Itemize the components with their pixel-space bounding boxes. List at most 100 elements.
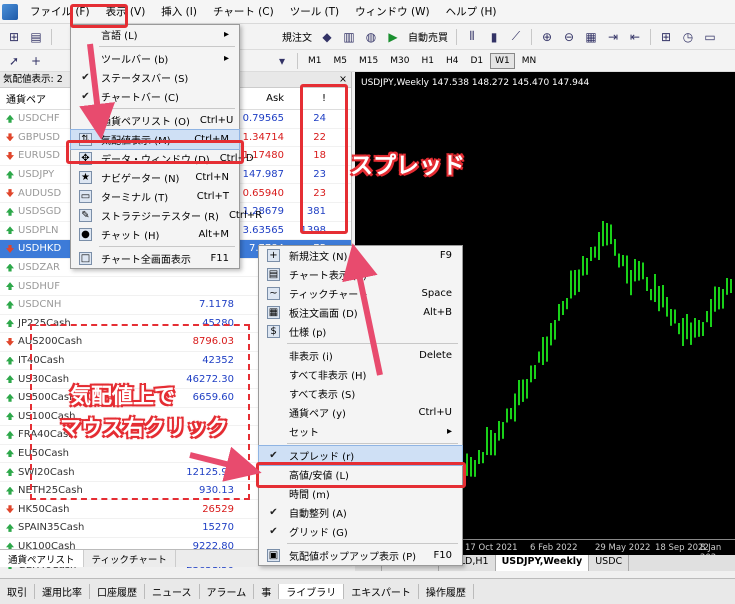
menu-2[interactable]: 挿入 (I) (153, 0, 205, 24)
terminal-tab-2[interactable]: 口座履歴 (90, 584, 145, 599)
arrow-up-icon (6, 486, 14, 495)
timeframe-m5[interactable]: M5 (329, 53, 353, 69)
context_menu-item-7[interactable]: すべて非表示 (H) (259, 365, 462, 384)
view_menu-item-3[interactable]: ✔ ステータスバー (S) (71, 68, 239, 87)
bar-chart-icon[interactable]: ⫴ (462, 28, 482, 46)
printer-icon[interactable]: ▥ (339, 28, 359, 46)
menu-item-label: 自動整列 (A) (289, 509, 347, 520)
timeframe-m30[interactable]: M30 (385, 53, 414, 69)
context_menu-item-16[interactable]: ✔ グリッド (G) (259, 522, 462, 541)
new-order-button[interactable]: 規注文 (279, 28, 315, 46)
context_menu-item-8[interactable]: すべて表示 (S) (259, 384, 462, 403)
cursor-icon[interactable]: ➚ (4, 52, 24, 70)
auto-trade-icon[interactable]: ▶ (383, 28, 403, 46)
terminal-tab-0[interactable]: 取引 (0, 584, 35, 599)
context_menu-item-6[interactable]: 非表示 (i) Delete (259, 346, 462, 365)
check-icon: ✔ (269, 526, 278, 537)
view_menu-item-14[interactable]: □ チャート全画面表示 F11 (71, 249, 239, 268)
timeframe-d1[interactable]: D1 (465, 53, 488, 69)
menu-0[interactable]: ファイル (F) (22, 0, 98, 24)
context_menu-item-2[interactable]: ~ ティックチャート Space (259, 284, 462, 303)
context_menu-item-10[interactable]: セット ▸ (259, 422, 462, 441)
view_menu-item-8[interactable]: ✥ データ・ウィンドウ (D) Ctrl+D (71, 149, 254, 168)
row-symbol: JP225Cash (0, 318, 142, 329)
chart-shift-icon[interactable]: ⇤ (625, 28, 645, 46)
candle-chart-icon[interactable]: ▮ (484, 28, 504, 46)
context_menu-item-18[interactable]: ▣ 気配値ポップアップ表示 (P) F10 (259, 546, 462, 565)
line-chart-icon[interactable]: ⟋ (506, 28, 526, 46)
arrow-up-icon (6, 263, 14, 272)
templates-icon[interactable]: ▭ (700, 28, 720, 46)
terminal-tab-8[interactable]: 操作履歴 (419, 584, 474, 599)
menu-5[interactable]: ウィンドウ (W) (347, 0, 437, 24)
view_menu-item-0[interactable]: 言語 (L) ▸ (71, 25, 239, 44)
view_menu-item-12[interactable]: ● チャット (H) Alt+M (71, 225, 239, 244)
terminal-tab-4[interactable]: アラーム (200, 584, 255, 599)
context_menu-item-3[interactable]: ▦ 板注文画面 (D) Alt+B (259, 303, 462, 322)
chart-tab-3[interactable]: USDJPY,Weekly (495, 555, 590, 571)
auto-trade-button[interactable]: 自動売買 (405, 28, 451, 46)
context_menu-item-13[interactable]: 高値/安値 (L) (259, 465, 462, 484)
context_menu-item-0[interactable]: + 新規注文 (N) F9 (259, 246, 462, 265)
indicators-icon[interactable]: ⊞ (656, 28, 676, 46)
menu-3[interactable]: チャート (C) (205, 0, 282, 24)
menu-item-label: チャット (H) (101, 231, 160, 242)
arrow-up-icon (6, 207, 14, 216)
chart-tab-4[interactable]: USDC (589, 555, 630, 571)
view_menu-item-11[interactable]: ✎ ストラテジーテスター (R) Ctrl+R (71, 206, 262, 225)
view_menu-item-6[interactable]: 通貨ペアリスト (O) Ctrl+U (71, 111, 239, 130)
scroll-chart-icon[interactable]: ⇥ (603, 28, 623, 46)
globe-icon[interactable]: ◍ (361, 28, 381, 46)
row-symbol-label: USDCNH (18, 299, 62, 311)
context_menu-item-14[interactable]: 時間 (m) (259, 484, 462, 503)
context_menu-item-15[interactable]: ✔ 自動整列 (A) (259, 503, 462, 522)
header-spread[interactable]: ! (288, 93, 334, 104)
timeframe-w1[interactable]: W1 (490, 52, 515, 69)
timeframe-m15[interactable]: M15 (354, 53, 383, 69)
timeframe-h4[interactable]: H4 (441, 53, 464, 69)
timeframe-h1[interactable]: H1 (416, 53, 439, 69)
context_menu-item-4[interactable]: $ 仕様 (p) (259, 322, 462, 341)
view_menu-item-9[interactable]: ★ ナビゲーター (N) Ctrl+N (71, 168, 239, 187)
view_menu-item-10[interactable]: ▭ ターミナル (T) Ctrl+T (71, 187, 239, 206)
view_menu-item-4[interactable]: ✔ チャートバー (C) (71, 87, 239, 106)
terminal-tab-1[interactable]: 運用比率 (35, 584, 90, 599)
terminal-tab-6[interactable]: ライブラリ (279, 584, 345, 599)
view_menu-item-7[interactable]: ⇅ 気配値表示 (M) Ctrl+M (70, 129, 240, 150)
new-chart-icon[interactable]: ⊞ (4, 28, 24, 46)
terminal-tab-5[interactable]: 事 (254, 584, 280, 599)
time-axis-label: 6 Feb 2022 (530, 543, 578, 553)
menu-1[interactable]: 表示 (V) (98, 0, 154, 24)
profiles-icon[interactable]: ▤ (26, 28, 46, 46)
context_menu-item-1[interactable]: ▤ チャート表示 (C) (259, 265, 462, 284)
arrow-up-icon (6, 170, 14, 179)
menu-item-label: チャートバー (C) (101, 93, 179, 104)
zoom-in-icon[interactable]: ⊕ (537, 28, 557, 46)
close-icon[interactable]: × (339, 72, 351, 87)
terminal-tab-7[interactable]: エキスパート (344, 584, 419, 599)
row-spread: 381 (306, 206, 326, 218)
tab-0[interactable]: 通貨ペアリスト (0, 550, 84, 567)
periods-icon[interactable]: ◷ (678, 28, 698, 46)
context_menu-item-9[interactable]: 通貨ペア (y) Ctrl+U (259, 403, 462, 422)
context_menu-item-12[interactable]: ✔ スプレッド (r) (258, 445, 463, 466)
arrow-up-icon (6, 430, 14, 439)
menu-6[interactable]: ヘルプ (H) (438, 0, 505, 24)
draw-tools-icon[interactable]: ▾ (272, 52, 292, 70)
tab-1[interactable]: ティックチャート (84, 550, 176, 567)
terminal-tab-3[interactable]: ニュース (145, 584, 200, 599)
header-ask[interactable]: Ask (238, 93, 288, 104)
view_menu-item-2[interactable]: ツールバー (b) ▸ (71, 49, 239, 68)
tile-windows-icon[interactable]: ▦ (581, 28, 601, 46)
brush-icon[interactable]: ◆ (317, 28, 337, 46)
timeframe-mn[interactable]: MN (517, 53, 542, 69)
terminal-tabs: 取引 運用比率 口座履歴 ニュース アラーム事ライブラリ エキスパート 操作履歴 (0, 578, 735, 604)
row-symbol-label: US500Cash (18, 392, 76, 404)
timeframe-m1[interactable]: M1 (303, 53, 327, 69)
row-symbol-label: SPAIN35Cash (18, 522, 85, 534)
crosshair-icon[interactable]: + (26, 52, 46, 70)
menu-4[interactable]: ツール (T) (282, 0, 347, 24)
zoom-out-icon[interactable]: ⊖ (559, 28, 579, 46)
arrow-down-icon (6, 505, 14, 514)
row-symbol: EU50Cash (0, 448, 142, 459)
